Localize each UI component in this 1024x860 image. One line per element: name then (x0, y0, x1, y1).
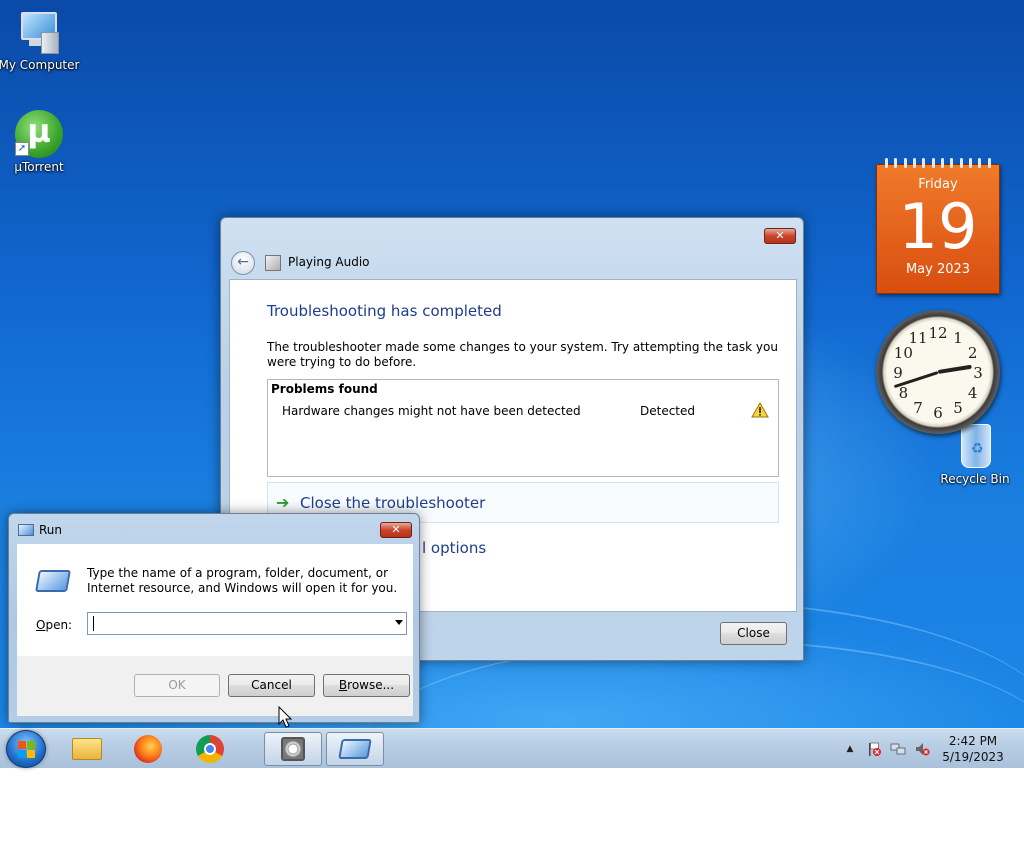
back-arrow-icon[interactable]: ← (231, 251, 255, 275)
run-icon (338, 739, 372, 759)
open-label: Open: (36, 618, 73, 632)
run-close-x-button[interactable]: ✕ (380, 522, 412, 538)
browse-button[interactable]: Browse... (323, 674, 410, 697)
clock-numeral: 12 (928, 324, 948, 342)
run-dialog-body: Type the name of a program, folder, docu… (17, 544, 413, 716)
taskbar-time: 2:42 PM (948, 734, 998, 748)
green-arrow-icon: ➔ (276, 493, 290, 512)
calendar-day-number: 19 (898, 190, 978, 263)
problems-found-panel: Problems found Hardware changes might no… (267, 379, 779, 477)
troubleshooter-description: The troubleshooter made some changes to … (267, 340, 778, 369)
run-dialog[interactable]: Run ✕ Type the name of a program, folder… (8, 513, 420, 723)
clock-gadget[interactable]: 12 1 2 3 4 5 6 7 8 9 10 11 (876, 310, 1000, 434)
troubleshooter-header-icon (265, 255, 281, 271)
chevron-down-icon[interactable] (395, 620, 403, 625)
clock-numeral: 5 (953, 398, 963, 417)
mouse-cursor-icon (278, 706, 292, 728)
desktop-icon-label: My Computer (0, 58, 80, 72)
clock-numeral: 7 (913, 398, 923, 417)
desktop-icon-label: Recycle Bin (940, 472, 1010, 486)
clock-numeral: 2 (967, 344, 978, 362)
taskbar-chrome-button[interactable] (183, 732, 237, 766)
desktop-icon-label: µTorrent (14, 160, 64, 174)
warning-icon (751, 402, 769, 418)
computer-icon (15, 8, 63, 56)
ok-button[interactable]: OK (134, 674, 220, 697)
clock-numeral: 11 (908, 329, 928, 348)
text-caret (93, 616, 94, 631)
system-tray: ▲ (842, 729, 930, 769)
clock-numeral: 1 (953, 329, 963, 348)
taskbar-firefox-button[interactable] (121, 732, 175, 766)
close-troubleshooter-link-text: Close the troubleshooter (300, 494, 486, 512)
clock-numeral: 4 (967, 384, 978, 402)
calendar-gadget[interactable]: Friday 19 May 2023 (876, 158, 1000, 294)
volume-muted-icon[interactable] (914, 741, 930, 757)
additional-options-link-text: l options (422, 539, 487, 557)
troubleshooter-close-x-button[interactable]: ✕ (764, 228, 796, 244)
taskbar-troubleshooter-button[interactable] (264, 732, 322, 766)
show-hidden-icons-chevron[interactable]: ▲ (842, 741, 858, 757)
run-dialog-panel: Type the name of a program, folder, docu… (17, 544, 413, 656)
start-button[interactable] (6, 730, 46, 768)
problem-description[interactable]: Hardware changes might not have been det… (282, 404, 581, 418)
desktop-icon-my-computer[interactable]: My Computer (0, 8, 81, 72)
calendar-rings (876, 158, 1000, 168)
firefox-icon (134, 735, 162, 763)
clock-numeral: 6 (933, 404, 943, 422)
action-center-flag-icon[interactable] (866, 741, 882, 757)
cancel-button[interactable]: Cancel (228, 674, 315, 697)
troubleshooter-heading: Troubleshooting has completed (267, 302, 502, 320)
problem-status: Detected (640, 404, 696, 418)
close-button[interactable]: Close (720, 622, 787, 645)
troubleshooter-icon (281, 737, 305, 761)
run-icon (35, 570, 71, 592)
troubleshooter-header-title: Playing Audio (288, 255, 370, 269)
taskbar: ▲ 2:42 PM 5/19/2023 (0, 728, 1024, 768)
chrome-icon (196, 735, 224, 763)
clock-numeral: 9 (893, 364, 903, 382)
run-title-icon (18, 524, 34, 536)
taskbar-clock[interactable]: 2:42 PM 5/19/2023 (930, 733, 1016, 765)
network-icon[interactable] (890, 741, 906, 757)
run-dialog-title: Run (39, 523, 63, 537)
windows-logo-icon (18, 741, 36, 759)
taskbar-run-button[interactable] (326, 732, 384, 766)
shortcut-arrow-icon: ➚ (15, 142, 29, 156)
calendar-month-year: May 2023 (905, 262, 971, 277)
run-description: Type the name of a program, folder, docu… (87, 566, 398, 595)
desktop-icon-utorrent[interactable]: µ ➚ µTorrent (0, 110, 81, 174)
problems-found-title: Problems found (271, 382, 378, 396)
windows-explorer-icon (72, 738, 102, 760)
taskbar-date: 5/19/2023 (942, 750, 1004, 764)
taskbar-explorer-button[interactable] (60, 732, 114, 766)
open-combobox[interactable] (87, 612, 407, 635)
utorrent-icon: µ ➚ (15, 110, 63, 158)
